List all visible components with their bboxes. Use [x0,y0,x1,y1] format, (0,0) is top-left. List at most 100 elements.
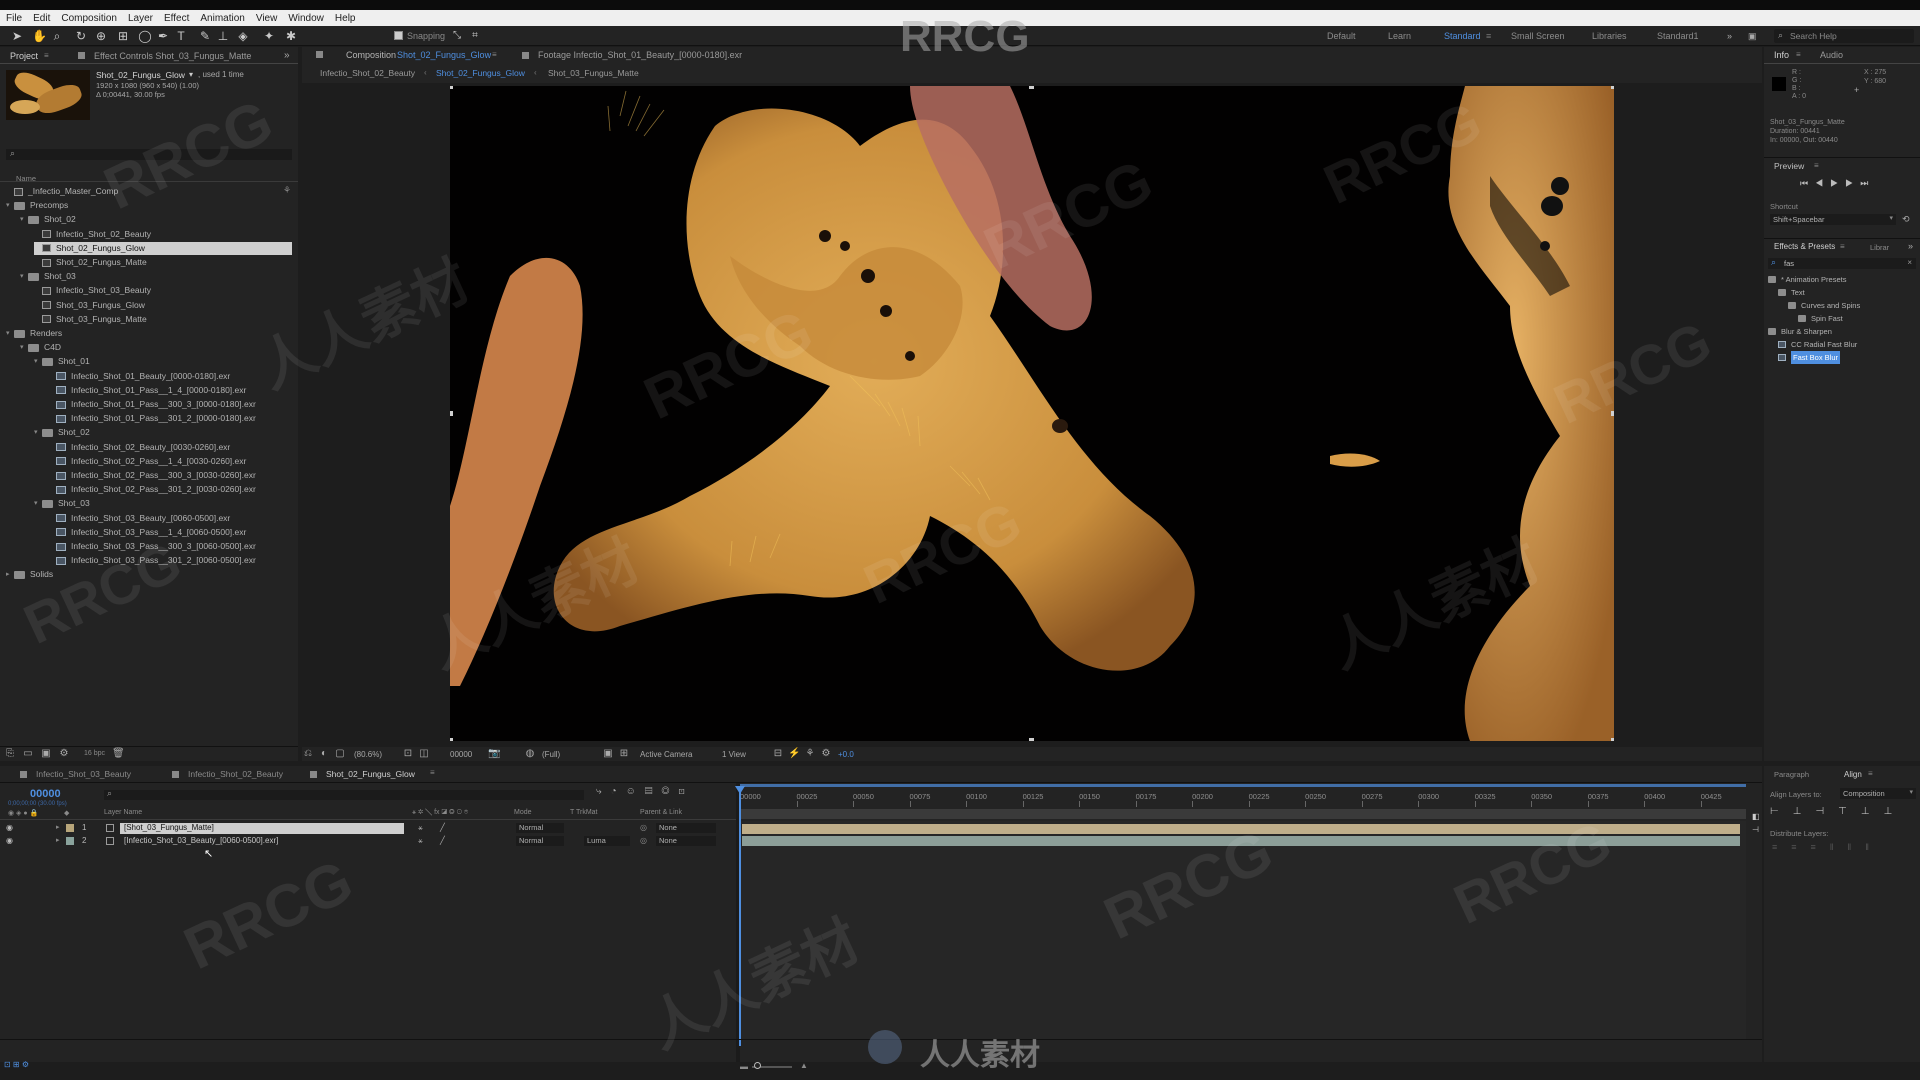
play-icon[interactable]: ▶ [1830,178,1845,188]
column-layer-name[interactable]: Layer Name [104,809,142,816]
column-mode[interactable]: Mode [514,809,532,816]
align-target-select[interactable]: Composition ▾ [1840,788,1916,799]
project-comp-item[interactable]: _Infectio_Master_Comp [6,185,292,198]
mask-icon[interactable]: ◐ [318,748,330,760]
breadcrumb-item[interactable]: Shot_03_Fungus_Matte [548,68,639,78]
project-folder[interactable]: ▾ Shot_03 [34,497,292,510]
chevron-down-icon[interactable]: ▾ [34,355,42,368]
tab-libraries[interactable]: Librar [1870,243,1889,252]
work-area-bar[interactable] [740,809,1746,819]
project-footage-item[interactable]: Infectio_Shot_01_Pass__301_2_[0000-0180]… [48,412,292,425]
bpc-label[interactable]: 16 bpc [84,750,105,757]
tab-audio[interactable]: Audio [1820,47,1843,63]
clear-search-icon[interactable]: × [1907,258,1912,267]
prev-frame-icon[interactable]: ◀ [1815,178,1830,188]
distribute-hcenter-icon[interactable]: ‖ [1848,842,1866,852]
project-folder[interactable]: ▾ Shot_01 [34,355,292,368]
eraser-tool-icon[interactable]: ◈ [236,29,250,43]
project-comp-item[interactable]: Shot_03_Fungus_Glow [34,299,292,312]
time-ruler[interactable]: 00000 00025 00050 00075 00100 00125 00150 00175… [740,784,1750,808]
effects-tree-item[interactable]: Text [1778,286,1805,299]
timeline-search-input[interactable]: ⌕ [104,788,584,800]
effects-tree-item[interactable]: Spin Fast [1798,312,1843,325]
zoom-tool-icon[interactable]: ⌕ [50,29,64,43]
breadcrumb-item-active[interactable]: Shot_02_Fungus_Glow [436,68,525,78]
transform-handle[interactable] [1029,738,1034,741]
loop-icon[interactable]: ⟲ [1902,214,1910,225]
graph-editor-icon[interactable]: ⊡ [678,786,693,797]
align-left-icon[interactable]: ⊢ [1770,806,1793,817]
panel-menu-icon[interactable]: ≡ [1814,161,1819,170]
shy-icon[interactable]: ☺ [626,786,645,797]
snapshot-icon[interactable]: 📷 [488,748,500,760]
new-folder-icon[interactable]: ▭ [22,748,34,760]
channel-icon[interactable]: ◍ [524,748,536,760]
menu-help[interactable]: Help [335,13,356,24]
column-trkmat[interactable]: T TrkMat [570,809,597,816]
sync-settings-icon[interactable]: ▣ [1748,31,1757,42]
pan-behind-tool-icon[interactable]: ⊞ [116,29,130,43]
quality-switch-icon[interactable]: ╱ [440,836,445,845]
more-panels-icon[interactable]: » [1908,241,1913,251]
breadcrumb-item[interactable]: Infectio_Shot_02_Beauty [320,68,415,78]
roi-icon[interactable]: ▣ [602,748,614,760]
hand-tool-icon[interactable]: ✋ [32,29,47,43]
exposure-value[interactable]: +0.0 [838,750,854,759]
visibility-eye-icon[interactable]: ◉ [6,836,13,845]
zoom-out-icon[interactable]: ▬ [740,1062,748,1071]
distribute-top-icon[interactable]: ≡ [1772,842,1791,852]
layer-name[interactable]: [Shot_03_Fungus_Matte] [120,823,404,834]
layer-bar-2[interactable] [742,836,1740,846]
menu-composition[interactable]: Composition [61,13,117,24]
project-footage-item[interactable]: Infectio_Shot_01_Pass__1_4_[0000-0180].e… [48,384,292,397]
roto-brush-tool-icon[interactable]: ✦ [262,29,276,43]
pick-whip-icon[interactable]: ◎ [640,836,647,845]
layer-switches-icon[interactable]: ⚹ [418,823,423,833]
transform-handle[interactable] [1611,411,1614,416]
menu-edit[interactable]: Edit [33,13,50,24]
comp-flowchart-icon[interactable]: ⤷ [596,786,611,797]
motion-blur-icon[interactable]: ◎ [662,786,679,797]
layer-mode-select[interactable]: Normal [516,823,564,833]
chevron-down-icon[interactable]: ▾ [20,270,28,283]
snap-options-icon[interactable]: ⤡ [450,29,464,43]
project-folder[interactable]: ▾ Shot_03 [20,270,292,283]
rotate-tool-icon[interactable]: ↻ [74,29,88,43]
layer-name[interactable]: [Infectio_Shot_03_Beauty_[0060-0500].exr… [120,836,278,847]
more-workspaces-icon[interactable]: » [1727,31,1732,41]
frame-blend-icon[interactable]: ▤ [645,786,662,797]
grid-icon[interactable]: ⊡ [402,748,414,760]
selection-tool-icon[interactable]: ➤ [10,29,24,43]
tab-effect-controls[interactable]: Effect Controls Shot_03_Fungus_Matte [94,48,251,64]
zoom-in-icon[interactable]: ▲ [800,1061,808,1070]
chevron-down-icon[interactable]: ▾ [34,426,42,439]
effects-tree-item[interactable]: * Animation Presets [1768,273,1846,286]
shape-tool-icon[interactable]: ◯ [138,29,152,43]
draft-3d-icon[interactable]: ◔ [611,786,626,797]
label-color-swatch[interactable] [66,824,74,832]
snap-grid-icon[interactable]: ⌗ [468,29,482,43]
menu-effect[interactable]: Effect [164,13,189,24]
zoom-select[interactable]: (80.6%) [354,750,382,759]
chevron-right-icon[interactable]: ▸ [56,823,60,831]
chevron-down-icon[interactable]: ▾ [6,199,14,212]
align-vcenter-icon[interactable]: ⊥ [1861,806,1884,817]
camera-select[interactable]: Active Camera [640,750,692,759]
workspace-libraries[interactable]: Libraries [1592,31,1627,41]
transform-handle[interactable] [1611,86,1614,89]
panel-menu-icon[interactable]: ≡ [44,51,49,60]
distribute-vcenter-icon[interactable]: ≡ [1791,842,1810,852]
transform-handle[interactable] [450,411,453,416]
align-hcenter-icon[interactable]: ⊥ [1793,806,1816,817]
project-comp-item[interactable]: Shot_02_Fungus_Matte [34,256,292,269]
transform-handle[interactable] [1029,86,1034,89]
transform-handle[interactable] [1611,738,1614,741]
tab-composition-name[interactable]: Shot_02_Fungus_Glow [397,47,491,63]
resolution-select[interactable]: (Full) [542,750,560,759]
menu-view[interactable]: View [256,13,278,24]
transparency-grid-icon[interactable]: ⊞ [618,748,630,760]
zoom-navigator[interactable] [740,784,1746,787]
current-time[interactable]: 00000 [30,788,61,800]
comp-button-icon[interactable]: ◧ [1752,812,1760,821]
brush-tool-icon[interactable]: ✎ [198,29,212,43]
